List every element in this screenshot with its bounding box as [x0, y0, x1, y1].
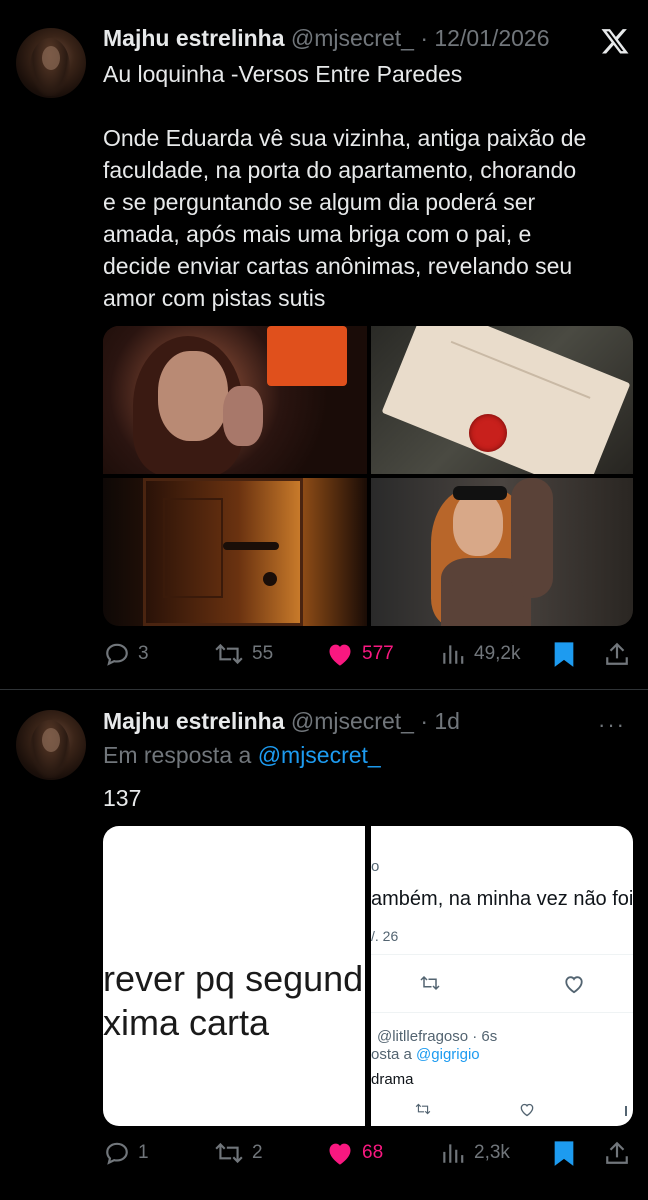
separator-dot: · — [420, 708, 428, 734]
heart-icon — [329, 644, 351, 666]
screenshot-divider — [371, 1012, 633, 1013]
photo-door-panel — [163, 498, 223, 598]
retweet-icon — [215, 1142, 243, 1164]
photo-door-handle — [223, 542, 279, 550]
views-bars-icon — [443, 645, 464, 664]
screenshot-reply-prefix: osta a — [371, 1046, 412, 1063]
reply-bubble-icon — [106, 643, 128, 666]
retweet-icon — [420, 975, 440, 991]
views-count: 49,2k — [474, 643, 521, 664]
views-bars-icon — [625, 1106, 627, 1116]
tweet-actions: 3 55 577 49,2k — [0, 634, 648, 674]
views-button[interactable]: 2,3k — [440, 1133, 510, 1173]
screenshot-text: drama — [371, 1071, 414, 1088]
media-screenshot-left[interactable]: rever pq segund xima carta — [103, 826, 365, 1126]
screenshot-reply-context: osta a @gigrigio — [371, 1046, 480, 1063]
screenshot-text-line: rever pq segund — [103, 958, 364, 999]
heart-icon — [520, 1103, 534, 1117]
author-handle[interactable]: @mjsecret_ — [291, 708, 414, 734]
author-name[interactable]: Majhu estrelinha — [103, 708, 284, 734]
screenshot-reply-text: ambém, na minha vez não foi — [371, 888, 633, 910]
tweet-2[interactable]: Majhu estrelinha @mjsecret_ · 1d ··· Em … — [0, 0, 648, 1166]
like-count: 68 — [362, 1142, 384, 1163]
retweet-count: 55 — [252, 643, 274, 664]
screenshot-author: @litllefragoso · 6s — [377, 1028, 498, 1045]
reply-handle-link[interactable]: @mjsecret_ — [258, 742, 381, 768]
bookmark-icon — [554, 1141, 574, 1166]
screenshot-divider — [371, 954, 633, 955]
views-button[interactable]: 49,2k — [440, 634, 520, 674]
tweet-time[interactable]: 1d — [434, 708, 460, 734]
share-icon — [606, 1141, 628, 1164]
share-button[interactable] — [604, 1133, 630, 1173]
retweet-button[interactable]: 55 — [214, 634, 273, 674]
screenshot-fragment: o — [371, 858, 380, 875]
heart-icon — [329, 1143, 351, 1165]
reply-bubble-icon — [106, 1142, 128, 1165]
share-button[interactable] — [604, 634, 630, 674]
like-count: 577 — [362, 643, 394, 664]
media-screenshot-right[interactable]: o ambém, na minha vez não foi /. 26 @lit… — [371, 826, 633, 1126]
reply-count: 1 — [138, 1142, 149, 1163]
retweet-count: 2 — [252, 1142, 263, 1163]
heart-icon — [565, 976, 583, 994]
tweet-actions: 1 2 68 2,3k — [0, 1133, 648, 1173]
tweet-divider — [0, 689, 648, 690]
tweet-header: Majhu estrelinha @mjsecret_ · 1d — [103, 708, 460, 735]
bookmark-icon — [554, 642, 574, 667]
avatar-face — [42, 728, 60, 752]
like-button[interactable]: 68 — [326, 1133, 383, 1173]
views-bars-icon — [443, 1144, 464, 1163]
bookmark-button[interactable] — [552, 634, 576, 674]
like-button[interactable]: 577 — [326, 634, 394, 674]
reply-button[interactable]: 1 — [104, 1133, 149, 1173]
tweet-text: 137 — [103, 785, 142, 811]
views-count: 2,3k — [474, 1142, 510, 1163]
retweet-icon — [215, 643, 243, 665]
more-dots-icon[interactable]: ··· — [598, 712, 626, 738]
photo-keyhole — [263, 572, 277, 586]
reply-count: 3 — [138, 643, 149, 664]
screenshot-reply-handle: @gigrigio — [416, 1046, 480, 1063]
bookmark-button[interactable] — [552, 1133, 576, 1173]
screenshot-text-line: xima carta — [103, 1002, 270, 1043]
retweet-button[interactable]: 2 — [214, 1133, 263, 1173]
reply-context: Em resposta a @mjsecret_ — [103, 742, 381, 769]
retweet-icon — [415, 1103, 431, 1115]
share-icon — [606, 642, 628, 665]
avatar[interactable] — [16, 710, 86, 780]
screenshot-date: /. 26 — [371, 928, 399, 944]
media-grid[interactable]: rever pq segund xima carta o ambém, na m… — [103, 826, 633, 1126]
reply-button[interactable]: 3 — [104, 634, 149, 674]
reply-prefix: Em resposta a — [103, 742, 252, 768]
